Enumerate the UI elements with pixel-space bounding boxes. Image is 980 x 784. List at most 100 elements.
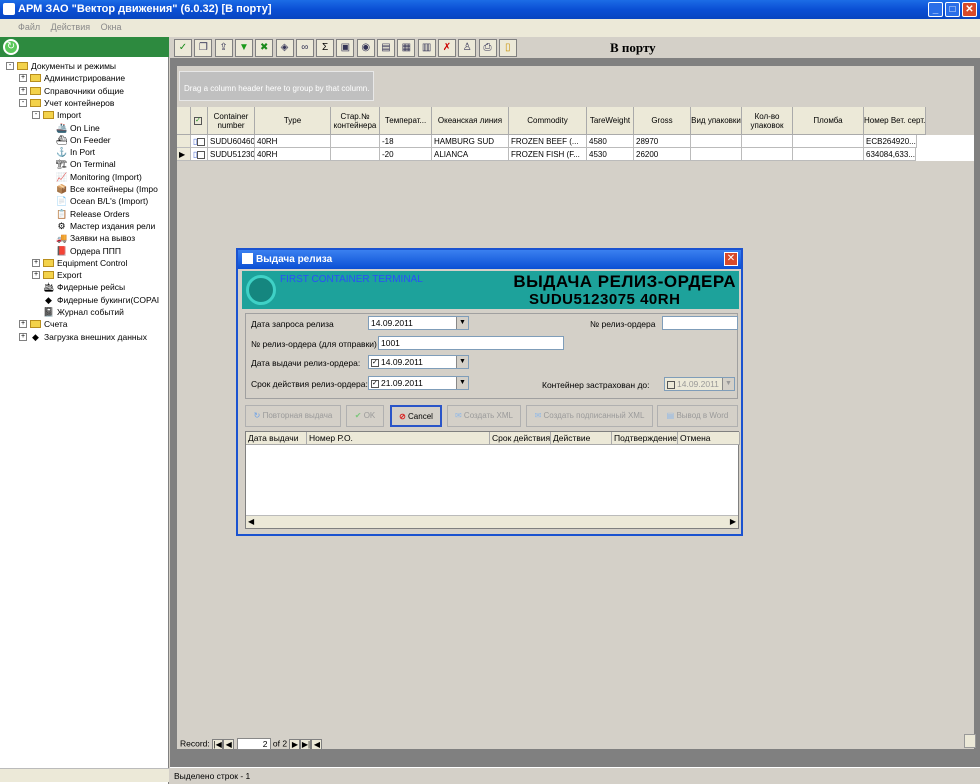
issue-date-field[interactable]: ✓ 14.09.2011 ▼ bbox=[368, 355, 469, 369]
table-cell[interactable] bbox=[691, 148, 742, 161]
row-indicator[interactable]: ▶ bbox=[177, 148, 191, 161]
collapse-icon[interactable]: - bbox=[19, 98, 27, 107]
expand-icon[interactable]: + bbox=[19, 320, 27, 329]
tree-item[interactable]: ◆ Фидерные букинги(COPAI bbox=[32, 294, 159, 306]
column-header[interactable]: Стар.№ контейнера bbox=[331, 107, 380, 135]
tree-item[interactable]: ⚓ In Port bbox=[45, 146, 95, 158]
table-row[interactable]: ▶▯SUDU512307540RH -20ALIANCAFROZEN FISH (… bbox=[177, 148, 974, 161]
scroll-right-button[interactable] bbox=[964, 734, 976, 748]
tree-item[interactable]: ⛴ On Feeder bbox=[45, 134, 111, 146]
release-no-field[interactable] bbox=[662, 316, 738, 330]
tree-item[interactable]: 🚚 Заявки на вывоз bbox=[45, 232, 135, 244]
export-icon[interactable]: ⇪ bbox=[214, 39, 233, 57]
chart-icon[interactable]: ◉ bbox=[356, 39, 375, 57]
paint-icon[interactable]: ◈ bbox=[275, 39, 294, 57]
table-cell[interactable]: 28970 bbox=[634, 135, 691, 148]
tree-item[interactable]: 🚢 On Line bbox=[45, 122, 100, 134]
tree-item[interactable]: 📄 Ocean B/L's (Import) bbox=[45, 195, 148, 207]
send-no-field[interactable]: 1001 bbox=[378, 336, 564, 350]
list-column-header[interactable]: Номер Р.О. bbox=[307, 432, 490, 445]
create-xml-button[interactable]: ✉ Создать XML bbox=[447, 405, 521, 427]
insured-date-checkbox[interactable] bbox=[667, 380, 675, 389]
reissue-button[interactable]: ↻ Повторная выдача bbox=[245, 405, 341, 427]
table-cell[interactable]: FROZEN BEEF (... bbox=[509, 135, 587, 148]
scroll-left-icon[interactable]: ◀ bbox=[248, 517, 254, 526]
excel-icon[interactable]: ✖ bbox=[255, 39, 274, 57]
tree-item[interactable]: - Документы и режимы bbox=[6, 60, 116, 72]
table-cell[interactable] bbox=[742, 148, 793, 161]
table-cell[interactable] bbox=[691, 135, 742, 148]
list-column-header[interactable]: Срок действия bbox=[490, 432, 551, 445]
table-cell[interactable] bbox=[742, 135, 793, 148]
tree-item[interactable]: 📕 Ордера ППП bbox=[45, 245, 121, 257]
expand-icon[interactable]: + bbox=[19, 332, 27, 341]
table-cell[interactable] bbox=[793, 135, 864, 148]
tree-item[interactable]: + Администрирование bbox=[19, 72, 125, 84]
dialog-close-icon[interactable]: ✕ bbox=[724, 252, 738, 266]
close-icon[interactable]: ✕ bbox=[962, 2, 977, 17]
table-cell[interactable]: HAMBURG SUD bbox=[432, 135, 509, 148]
create-signed-xml-button[interactable]: ✉ Создать подписанный XML bbox=[526, 405, 653, 427]
table-cell[interactable] bbox=[331, 135, 380, 148]
export-word-button[interactable]: ▤ Вывод в Word bbox=[657, 405, 738, 427]
tree-item[interactable]: 📋 Release Orders bbox=[45, 208, 130, 220]
last-record-button[interactable]: ▶| bbox=[300, 738, 312, 750]
chevron-down-icon[interactable]: ▼ bbox=[456, 317, 468, 329]
column-header[interactable]: Океанская линия bbox=[432, 107, 509, 135]
tree-item[interactable]: + Export bbox=[32, 269, 82, 281]
maximize-icon[interactable]: □ bbox=[945, 2, 960, 17]
select-all-checkbox[interactable]: ✓ bbox=[194, 116, 202, 125]
tree-item[interactable]: - Учет контейнеров bbox=[19, 97, 114, 109]
scroll-right-icon[interactable]: ▶ bbox=[730, 517, 736, 526]
copy-icon[interactable]: ❐ bbox=[194, 39, 213, 57]
check-icon[interactable]: ✓ bbox=[174, 39, 192, 57]
tree-item[interactable]: - Import bbox=[32, 109, 81, 121]
table-cell[interactable]: 40RH bbox=[255, 135, 331, 148]
tree-item[interactable]: + ◆ Загрузка внешних данных bbox=[19, 331, 147, 343]
list-column-header[interactable]: Отмена bbox=[678, 432, 740, 445]
tree-item[interactable]: 🛳 Фидерные рейсы bbox=[32, 281, 125, 293]
column-header[interactable]: Gross bbox=[634, 107, 691, 135]
list-column-header[interactable]: Действие bbox=[551, 432, 612, 445]
column-header[interactable]: Температ... bbox=[380, 107, 432, 135]
chevron-down-icon[interactable]: ▼ bbox=[456, 377, 468, 389]
table-cell[interactable] bbox=[331, 148, 380, 161]
table-cell[interactable]: FROZEN FISH (F... bbox=[509, 148, 587, 161]
tools-icon[interactable]: ✗ bbox=[437, 39, 456, 57]
list-horizontal-scrollbar[interactable]: ◀ ▶ bbox=[246, 515, 738, 528]
column-header[interactable]: Commodity bbox=[509, 107, 587, 135]
row-indicator[interactable] bbox=[177, 135, 191, 148]
tree-item[interactable]: 📓 Журнал событий bbox=[32, 306, 124, 318]
expand-icon[interactable]: + bbox=[19, 74, 27, 83]
record-number-input[interactable]: 2 bbox=[236, 738, 271, 750]
table-cell[interactable]: SUDU6046013 bbox=[208, 135, 255, 148]
column-header[interactable]: Номер Вет. серт. bbox=[864, 107, 927, 135]
sum-icon[interactable]: Σ bbox=[316, 39, 335, 57]
table-cell[interactable]: -18 bbox=[380, 135, 432, 148]
table-row[interactable]: ▯SUDU604601340RH -18HAMBURG SUDFROZEN BEE… bbox=[177, 135, 974, 148]
tree-item[interactable]: + Счета bbox=[19, 318, 67, 330]
column-header[interactable]: Type bbox=[255, 107, 331, 135]
column-header[interactable]: TareWeight bbox=[587, 107, 634, 135]
collapse-icon[interactable]: - bbox=[32, 111, 40, 120]
collapse-icon[interactable]: - bbox=[6, 62, 14, 70]
row-checkbox[interactable] bbox=[197, 137, 206, 146]
table-cell[interactable]: ALIANCA bbox=[432, 148, 509, 161]
list-column-header[interactable]: Подтверждение bbox=[612, 432, 678, 445]
first-record-button[interactable]: |◀ bbox=[212, 738, 224, 750]
row-select-cell[interactable]: ▯ bbox=[191, 148, 208, 161]
table-cell[interactable]: 4530 bbox=[587, 148, 634, 161]
group-by-area[interactable]: Drag a column header here to group by th… bbox=[179, 71, 374, 101]
column-header[interactable]: Пломба bbox=[793, 107, 864, 135]
refresh-icon[interactable]: ↻ bbox=[3, 39, 19, 55]
column-header[interactable]: Кол-во упаковок bbox=[742, 107, 793, 135]
report-icon[interactable]: ▤ bbox=[377, 39, 395, 57]
row-checkbox[interactable] bbox=[197, 150, 206, 159]
ok-button[interactable]: ✔ OK bbox=[346, 405, 384, 427]
issue-date-checkbox[interactable]: ✓ bbox=[371, 358, 379, 367]
expiry-date-field[interactable]: ✓ 21.09.2011 ▼ bbox=[368, 376, 469, 390]
tree-item[interactable]: 📈 Monitoring (Import) bbox=[45, 171, 142, 183]
expand-icon[interactable]: + bbox=[32, 258, 40, 267]
print-icon[interactable]: ⎙ bbox=[478, 39, 497, 57]
grid-icon[interactable]: ▥ bbox=[417, 39, 436, 57]
